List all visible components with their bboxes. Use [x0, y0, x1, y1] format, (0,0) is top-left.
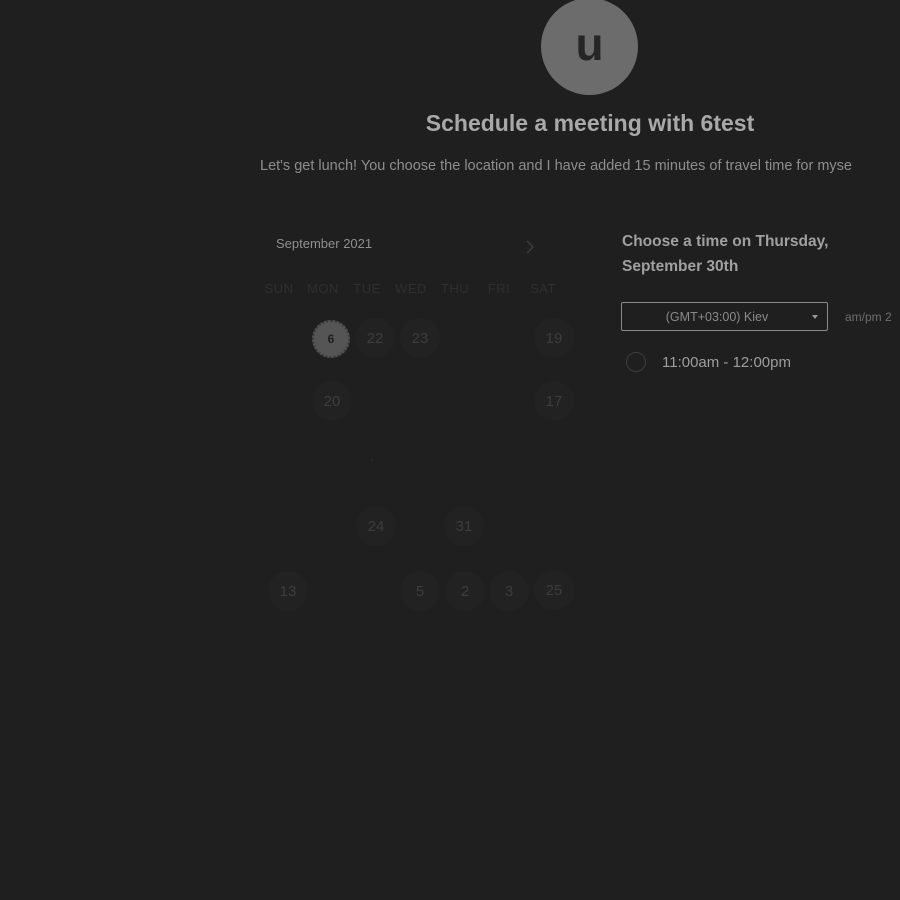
weekday-fri: FRI [487, 281, 511, 296]
page-title: Schedule a meeting with 6test [425, 110, 755, 136]
weekday-sun: SUN [264, 281, 294, 296]
calendar-day[interactable]: 23 [400, 318, 440, 358]
calendar-day[interactable]: 17 [534, 381, 574, 421]
timezone-select[interactable]: (GMT+03:00) Kiev [621, 302, 828, 331]
chevron-right-icon-glyph [526, 240, 535, 254]
avatar-initial: u [575, 17, 604, 70]
weekday-sat: SAT [530, 281, 556, 296]
time-slot[interactable]: 11:00am - 12:00pm [626, 352, 791, 372]
calendar-day[interactable]: 5 [400, 571, 440, 611]
weekday-tue: TUE [353, 281, 381, 296]
calendar-day[interactable]: 24 [356, 506, 396, 546]
weekday-mon: MON [307, 281, 339, 296]
chevron-right-icon[interactable] [522, 238, 538, 256]
calendar-day[interactable]: · [352, 439, 392, 479]
calendar-day[interactable]: 25 [534, 570, 574, 610]
caret-down-icon [812, 315, 818, 319]
calendar-day[interactable]: 13 [268, 571, 308, 611]
time-slot-label: 11:00am - 12:00pm [662, 353, 791, 371]
calendar-month-label: September 2021 [276, 236, 373, 251]
weekday-wed: WED [395, 281, 427, 296]
calendar-day[interactable]: 19 [534, 318, 574, 358]
calendar-day[interactable]: 2 [445, 571, 485, 611]
calendar-day[interactable]: 20 [312, 381, 352, 421]
avatar: u [541, 0, 638, 95]
meeting-description: Let's get lunch! You choose the location… [260, 158, 853, 174]
calendar-day[interactable]: 3 [489, 571, 529, 611]
timezone-selected-value: (GMT+03:00) Kiev [665, 309, 769, 324]
weekday-thu: THU [440, 281, 470, 296]
time-slot-radio[interactable] [626, 352, 646, 372]
time-format-toggle[interactable]: am/pm 2 [845, 310, 892, 324]
calendar-day[interactable]: 22 [355, 318, 395, 358]
calendar-day[interactable]: 31 [444, 506, 484, 546]
scheduling-page: u Schedule a meeting with 6test Let's ge… [0, 0, 900, 900]
calendar-day-selected[interactable]: 6 [312, 320, 350, 358]
choose-time-title: Choose a time on Thursday, September 30t… [622, 233, 829, 275]
